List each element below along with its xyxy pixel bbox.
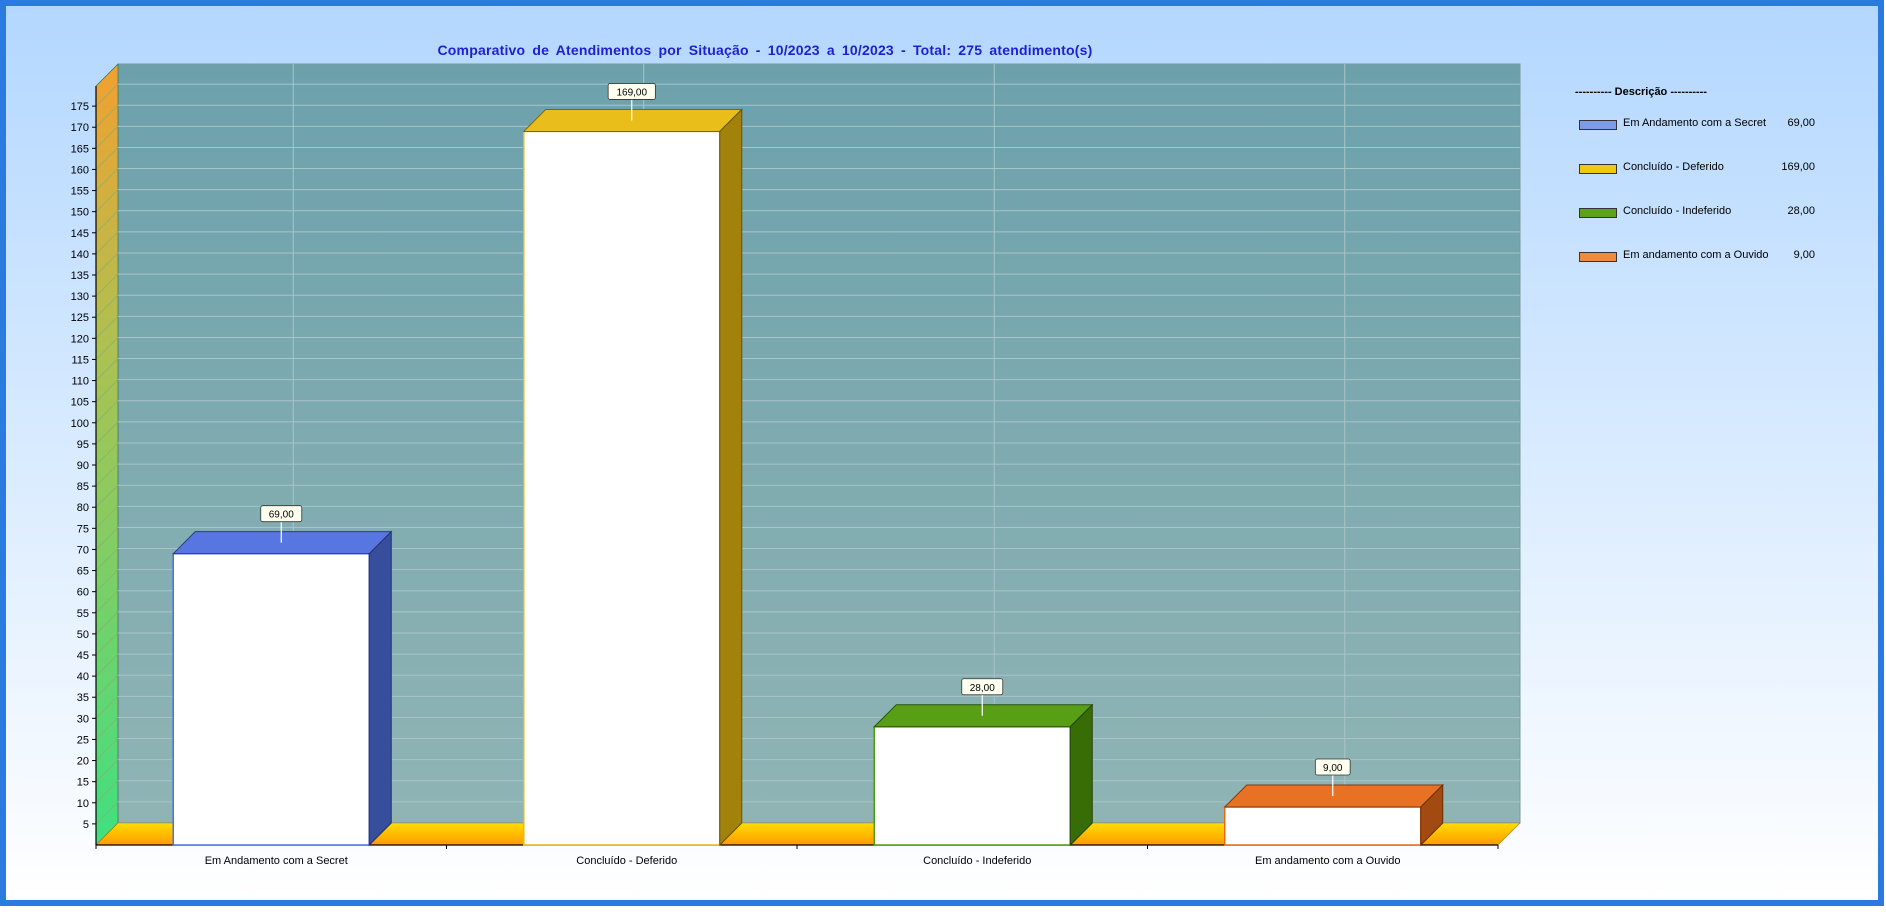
legend-item: Em Andamento com a Secret 69,00 xyxy=(1575,116,1825,160)
legend-swatch xyxy=(1579,164,1617,174)
y-tick-label: 15 xyxy=(77,777,89,789)
y-tick-label: 140 xyxy=(71,249,89,261)
bar-side xyxy=(1069,703,1093,847)
value-label: 69,00 xyxy=(269,510,294,521)
legend-value: 28,00 xyxy=(1787,205,1815,217)
legend-item: Concluído - Deferido 169,00 xyxy=(1575,160,1825,204)
y-tick-label: 25 xyxy=(77,734,89,746)
bar-top xyxy=(873,704,1094,728)
y-tick-label: 150 xyxy=(71,207,89,219)
value-label: 9,00 xyxy=(1323,763,1343,774)
y-tick-label: 60 xyxy=(77,587,89,599)
x-tick-label: Concluído - Indeferido xyxy=(923,855,1031,867)
y-tick-label: 120 xyxy=(71,333,89,345)
y-tick-label: 170 xyxy=(71,122,89,134)
y-tick-label: 160 xyxy=(71,164,89,176)
legend-item: Concluído - Indeferido 28,00 xyxy=(1575,204,1825,248)
y-tick-label: 130 xyxy=(71,291,89,303)
legend-label: Em andamento com a Ouvido xyxy=(1623,249,1769,261)
x-tick-label: Em andamento com a Ouvido xyxy=(1255,855,1401,867)
y-tick-label: 155 xyxy=(71,186,89,198)
y-tick-label: 115 xyxy=(71,354,89,366)
legend: ---------- Descrição ---------- Em Andam… xyxy=(1575,86,1825,292)
x-tick-label: Em Andamento com a Secret xyxy=(205,855,348,867)
y-tick-label: 55 xyxy=(77,608,89,620)
y-tick-label: 70 xyxy=(77,544,89,556)
bar-front xyxy=(873,726,1071,846)
legend-value: 169,00 xyxy=(1781,161,1815,173)
legend-swatch xyxy=(1579,120,1617,130)
y-tick-label: 5 xyxy=(83,819,89,831)
y-tick-label: 10 xyxy=(77,798,89,810)
y-tick-label: 105 xyxy=(71,397,89,409)
y-tick-label: 80 xyxy=(77,502,89,514)
bar-front xyxy=(523,130,721,846)
legend-label: Em Andamento com a Secret xyxy=(1623,117,1767,129)
bar-front xyxy=(172,552,370,846)
legend-swatch xyxy=(1579,208,1617,218)
y-tick-label: 165 xyxy=(71,143,89,155)
bar-top xyxy=(172,531,393,555)
y-tick-label: 125 xyxy=(71,312,89,324)
chart-title: Comparativo de Atendimentos por Situação… xyxy=(437,42,1093,58)
legend-swatch xyxy=(1579,252,1617,262)
bar-group: 169,00 xyxy=(522,83,743,847)
legend-item: Em andamento com a Ouvido 9,00 xyxy=(1575,248,1825,292)
y-tick-label: 35 xyxy=(77,692,89,704)
y-tick-label: 40 xyxy=(77,671,89,683)
legend-title: ---------- Descrição ---------- xyxy=(1575,86,1707,98)
bar-side xyxy=(719,108,743,847)
y-tick-label: 85 xyxy=(77,481,89,493)
y-tick-label: 90 xyxy=(77,460,89,472)
legend-value: 69,00 xyxy=(1787,117,1815,129)
y-tick-label: 100 xyxy=(71,418,89,430)
y-tick-label: 65 xyxy=(77,566,89,578)
legend-value: 9,00 xyxy=(1793,249,1815,261)
y-tick-label: 95 xyxy=(77,439,89,451)
y-tick-label: 45 xyxy=(77,650,89,662)
bar-front xyxy=(1224,806,1422,846)
legend-label: Concluído - Indeferido xyxy=(1623,205,1732,217)
y-tick-label: 110 xyxy=(71,376,89,388)
y-tick-label: 175 xyxy=(71,101,89,113)
y-tick-label: 50 xyxy=(77,629,89,641)
bar-side xyxy=(368,530,392,847)
y-tick-label: 135 xyxy=(71,270,89,282)
left-wall xyxy=(95,63,119,846)
y-tick-label: 145 xyxy=(71,228,89,240)
x-tick-label: Concluído - Deferido xyxy=(576,855,677,867)
y-tick-label: 75 xyxy=(77,523,89,535)
y-tick-label: 30 xyxy=(77,713,89,725)
value-label: 28,00 xyxy=(970,683,995,694)
y-tick-label: 20 xyxy=(77,756,89,768)
bar-top xyxy=(522,108,743,132)
value-label: 169,00 xyxy=(616,87,647,98)
bar-top xyxy=(1223,784,1444,808)
legend-items: Em Andamento com a Secret 69,00 Concluído … xyxy=(1575,116,1825,292)
bar-group: 69,00 xyxy=(172,505,393,847)
legend-label: Concluído - Deferido xyxy=(1623,161,1724,173)
